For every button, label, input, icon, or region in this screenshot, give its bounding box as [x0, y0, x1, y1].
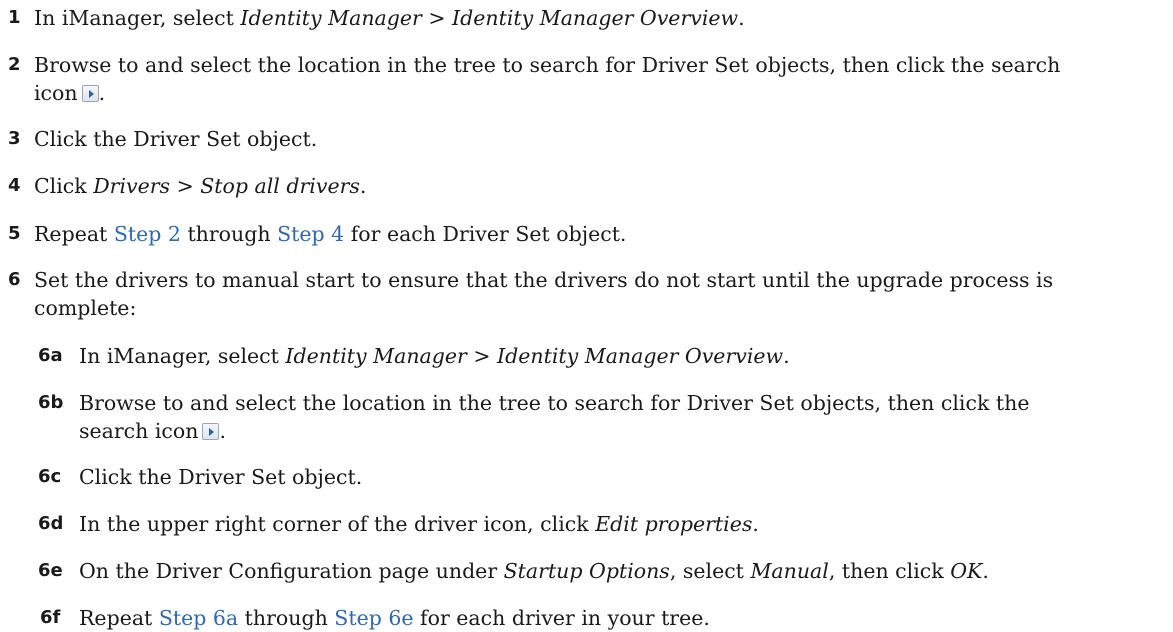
step-link[interactable]: Step 6a: [159, 606, 238, 630]
step-text: Click: [34, 174, 94, 198]
ui-term: Stop all drivers: [200, 174, 360, 198]
step-text: through: [180, 222, 278, 246]
step-number: 4: [8, 175, 21, 196]
step-text: On the Driver Configuration page under: [79, 559, 504, 583]
step-number: 6c: [38, 466, 62, 487]
step-text: for each driver in your tree.: [413, 606, 710, 630]
step-text-line: In iManager, select Identity Manager > I…: [34, 4, 745, 32]
ui-term: Identity Manager: [240, 6, 422, 30]
step-number: 6f: [40, 607, 61, 628]
step-text: .: [783, 344, 790, 368]
step-text-line: Click Drivers > Stop all drivers.: [34, 172, 366, 200]
step-number: 6: [8, 269, 21, 290]
step-text: .: [982, 559, 989, 583]
step-text: , then click: [828, 559, 951, 583]
step-text-line: Browse to and select the location in the…: [79, 389, 1029, 417]
step-text: >: [466, 344, 498, 368]
step-link[interactable]: Step 4: [277, 222, 344, 246]
step-text-line: Set the drivers to manual start to ensur…: [34, 266, 1053, 294]
step-text: .: [219, 419, 226, 443]
step-text: complete:: [34, 296, 137, 320]
search-icon: [81, 85, 99, 102]
step-text: search icon: [79, 419, 199, 443]
step-number: 5: [8, 223, 21, 244]
ui-term: Edit properties: [595, 512, 753, 536]
step-text: icon: [34, 81, 78, 105]
step-text: Browse to and select the location in the…: [79, 391, 1030, 415]
step-text-line: Click the Driver Set object.: [34, 125, 317, 153]
step-text-line: search icon.: [79, 417, 226, 445]
step-text: for each Driver Set object.: [344, 222, 627, 246]
step-text-line: Repeat Step 2 through Step 4 for each Dr…: [34, 220, 626, 248]
ui-term: Identity Manager Overview: [452, 6, 739, 30]
step-number: 3: [8, 128, 21, 149]
step-text: .: [752, 512, 759, 536]
step-text-line: In the upper right corner of the driver …: [79, 510, 759, 538]
step-text: .: [738, 6, 745, 30]
step-number: 1: [8, 7, 21, 28]
step-text: In iManager, select: [34, 6, 241, 30]
step-text-line: complete:: [34, 294, 136, 322]
step-text: In iManager, select: [79, 344, 286, 368]
step-link[interactable]: Step 2: [114, 222, 181, 246]
step-text: through: [238, 606, 335, 630]
ui-term: Identity Manager: [285, 344, 467, 368]
step-text: >: [421, 6, 453, 30]
step-text-line: On the Driver Configuration page under S…: [79, 557, 989, 585]
step-number: 6e: [38, 560, 63, 581]
step-text: Repeat: [79, 606, 159, 630]
ui-term: Identity Manager Overview: [497, 344, 784, 368]
step-text: In the upper right corner of the driver …: [79, 512, 596, 536]
step-number: 6b: [38, 392, 64, 413]
step-text-line: icon.: [34, 79, 105, 107]
step-number: 2: [8, 54, 21, 75]
step-text: Browse to and select the location in the…: [34, 53, 1061, 77]
step-text: .: [359, 174, 367, 198]
step-text-line: Repeat Step 6a through Step 6e for each …: [79, 604, 710, 632]
step-text-line: Click the Driver Set object.: [79, 463, 362, 491]
search-icon: [202, 423, 220, 440]
ui-term: Drivers: [93, 174, 171, 198]
step-text-line: Browse to and select the location in the…: [34, 51, 1060, 79]
step-number: 6d: [38, 513, 64, 534]
step-text-line: In iManager, select Identity Manager > I…: [79, 342, 790, 370]
step-number: 6a: [38, 345, 63, 366]
step-text: Set the drivers to manual start to ensur…: [34, 268, 1054, 292]
step-text: Click the Driver Set object.: [34, 127, 318, 151]
ui-term: Manual: [750, 559, 829, 583]
step-text: Repeat: [34, 222, 114, 246]
step-text: >: [170, 174, 201, 198]
step-text: , select: [669, 559, 751, 583]
step-link[interactable]: Step 6e: [334, 606, 413, 630]
step-text: Click the Driver Set object.: [79, 465, 363, 489]
ui-term: Startup Options: [503, 559, 670, 583]
ui-term: OK: [950, 559, 983, 583]
step-text: .: [98, 81, 106, 105]
